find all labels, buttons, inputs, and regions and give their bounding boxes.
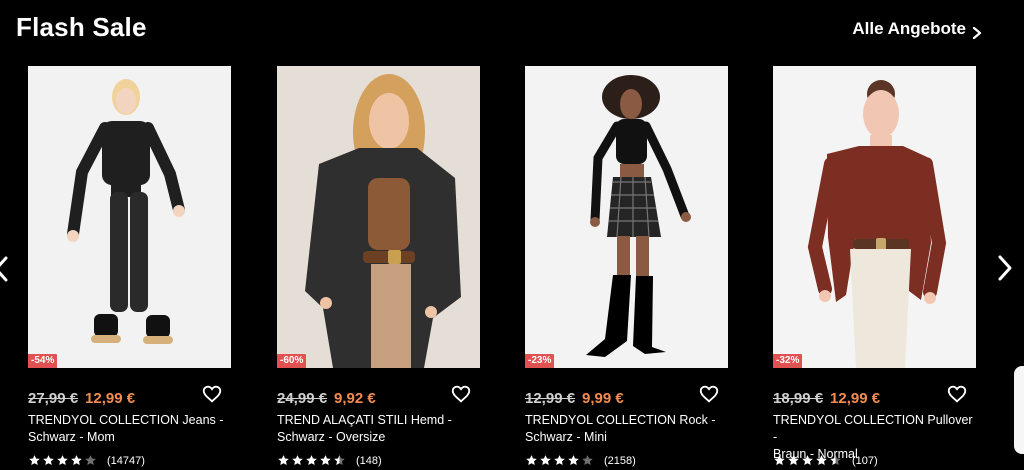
star-icon (320, 455, 331, 466)
product-rating: (2158) (525, 454, 636, 467)
rating-count: (107) (852, 454, 878, 467)
all-offers-link[interactable]: Alle Angebote (852, 19, 982, 40)
product-rating: (14747) (28, 454, 145, 467)
star-icon (278, 455, 289, 466)
product-title[interactable]: TREND ALAÇATI STILI Hemd - Schwarz - Ove… (277, 412, 480, 446)
discount-badge: -60% (277, 354, 307, 368)
price-row: 18,99 € 12,99 € (773, 385, 976, 409)
star-icon (85, 455, 96, 466)
next-arrow-button[interactable] (994, 253, 1014, 283)
rating-count: (2158) (604, 454, 636, 467)
sale-price: 12,99 € (830, 389, 881, 407)
product-card[interactable]: -23% 12,99 € 9,99 € TRENDYOL COLLECTION … (525, 66, 728, 470)
product-photo-skirt (525, 66, 728, 368)
product-card[interactable]: -32% 18,99 € 12,99 € TRENDYOL COLLECTION… (773, 66, 976, 470)
favorite-button[interactable] (201, 383, 223, 405)
all-offers-label: Alle Angebote (852, 19, 966, 38)
star-icon (816, 455, 827, 466)
rating-stars (525, 454, 594, 467)
discount-badge: -54% (28, 354, 58, 368)
flash-sale-section: Flash Sale Alle Angebote -54% 27,99 € 12… (0, 0, 1024, 470)
old-price: 24,99 € (277, 389, 328, 407)
favorite-button[interactable] (698, 383, 720, 405)
product-rating: (107) (773, 454, 878, 467)
product-image[interactable]: -32% (773, 66, 976, 368)
product-title[interactable]: TRENDYOL COLLECTION Rock - Schwarz - Min… (525, 412, 728, 446)
product-title-line-1: TREND ALAÇATI STILI Hemd - (277, 413, 452, 427)
product-title-line-2: Schwarz - Oversize (277, 430, 386, 444)
star-icon (582, 455, 593, 466)
product-title-line-1: TRENDYOL COLLECTION Jeans - (28, 413, 224, 427)
star-icon (292, 455, 303, 466)
star-icon (526, 455, 537, 466)
price-row: 27,99 € 12,99 € (28, 385, 231, 409)
chevron-left-icon (0, 256, 12, 288)
rating-count: (148) (356, 454, 382, 467)
rating-stars (28, 454, 97, 467)
product-photo-shirt (277, 66, 480, 368)
product-image[interactable]: -60% (277, 66, 480, 368)
old-price: 27,99 € (28, 389, 79, 407)
previous-arrow-button[interactable] (0, 254, 12, 284)
product-title-line-2: Schwarz - Mom (28, 430, 115, 444)
product-title-line-1: TRENDYOL COLLECTION Rock - (525, 413, 716, 427)
chevron-right-icon (994, 255, 1014, 287)
star-icon (568, 455, 579, 466)
product-title-line-2: Schwarz - Mini (525, 430, 607, 444)
chevron-right-icon (972, 24, 982, 40)
sale-price: 9,99 € (582, 389, 624, 407)
star-icon (774, 455, 785, 466)
star-icon (71, 455, 82, 466)
heart-icon (450, 385, 472, 409)
star-icon (29, 455, 40, 466)
product-rating: (148) (277, 454, 382, 467)
star-icon (788, 455, 799, 466)
product-photo-sweater (773, 66, 976, 368)
old-price: 18,99 € (773, 389, 824, 407)
star-icon (57, 455, 68, 466)
discount-badge: -23% (525, 354, 555, 368)
heart-icon (201, 385, 223, 409)
product-card[interactable]: -60% 24,99 € 9,92 € TREND ALAÇATI STILI … (277, 66, 480, 470)
price-row: 12,99 € 9,99 € (525, 385, 728, 409)
star-icon (554, 455, 565, 466)
product-photo-jeans (28, 66, 231, 368)
star-icon (830, 455, 841, 466)
favorite-button[interactable] (450, 383, 472, 405)
star-icon (43, 455, 54, 466)
product-carousel: -54% 27,99 € 12,99 € TRENDYOL COLLECTION… (28, 66, 976, 470)
product-card[interactable]: -54% 27,99 € 12,99 € TRENDYOL COLLECTION… (28, 66, 231, 470)
product-image[interactable]: -54% (28, 66, 231, 368)
favorite-button[interactable] (946, 383, 968, 405)
heart-icon (698, 385, 720, 409)
discount-badge: -32% (773, 354, 803, 368)
heart-icon (946, 385, 968, 409)
rating-count: (14747) (107, 454, 145, 467)
sale-price: 12,99 € (85, 389, 136, 407)
product-title-line-1: TRENDYOL COLLECTION Pullover - (773, 413, 973, 444)
star-icon (540, 455, 551, 466)
star-icon (334, 455, 345, 466)
star-icon (306, 455, 317, 466)
star-icon (802, 455, 813, 466)
product-image[interactable]: -23% (525, 66, 728, 368)
side-panel-tab[interactable] (1014, 366, 1024, 454)
rating-stars (277, 454, 346, 467)
old-price: 12,99 € (525, 389, 576, 407)
product-title[interactable]: TRENDYOL COLLECTION Jeans - Schwarz - Mo… (28, 412, 231, 446)
rating-stars (773, 454, 842, 467)
sale-price: 9,92 € (334, 389, 376, 407)
price-row: 24,99 € 9,92 € (277, 385, 480, 409)
section-title: Flash Sale (16, 12, 147, 42)
